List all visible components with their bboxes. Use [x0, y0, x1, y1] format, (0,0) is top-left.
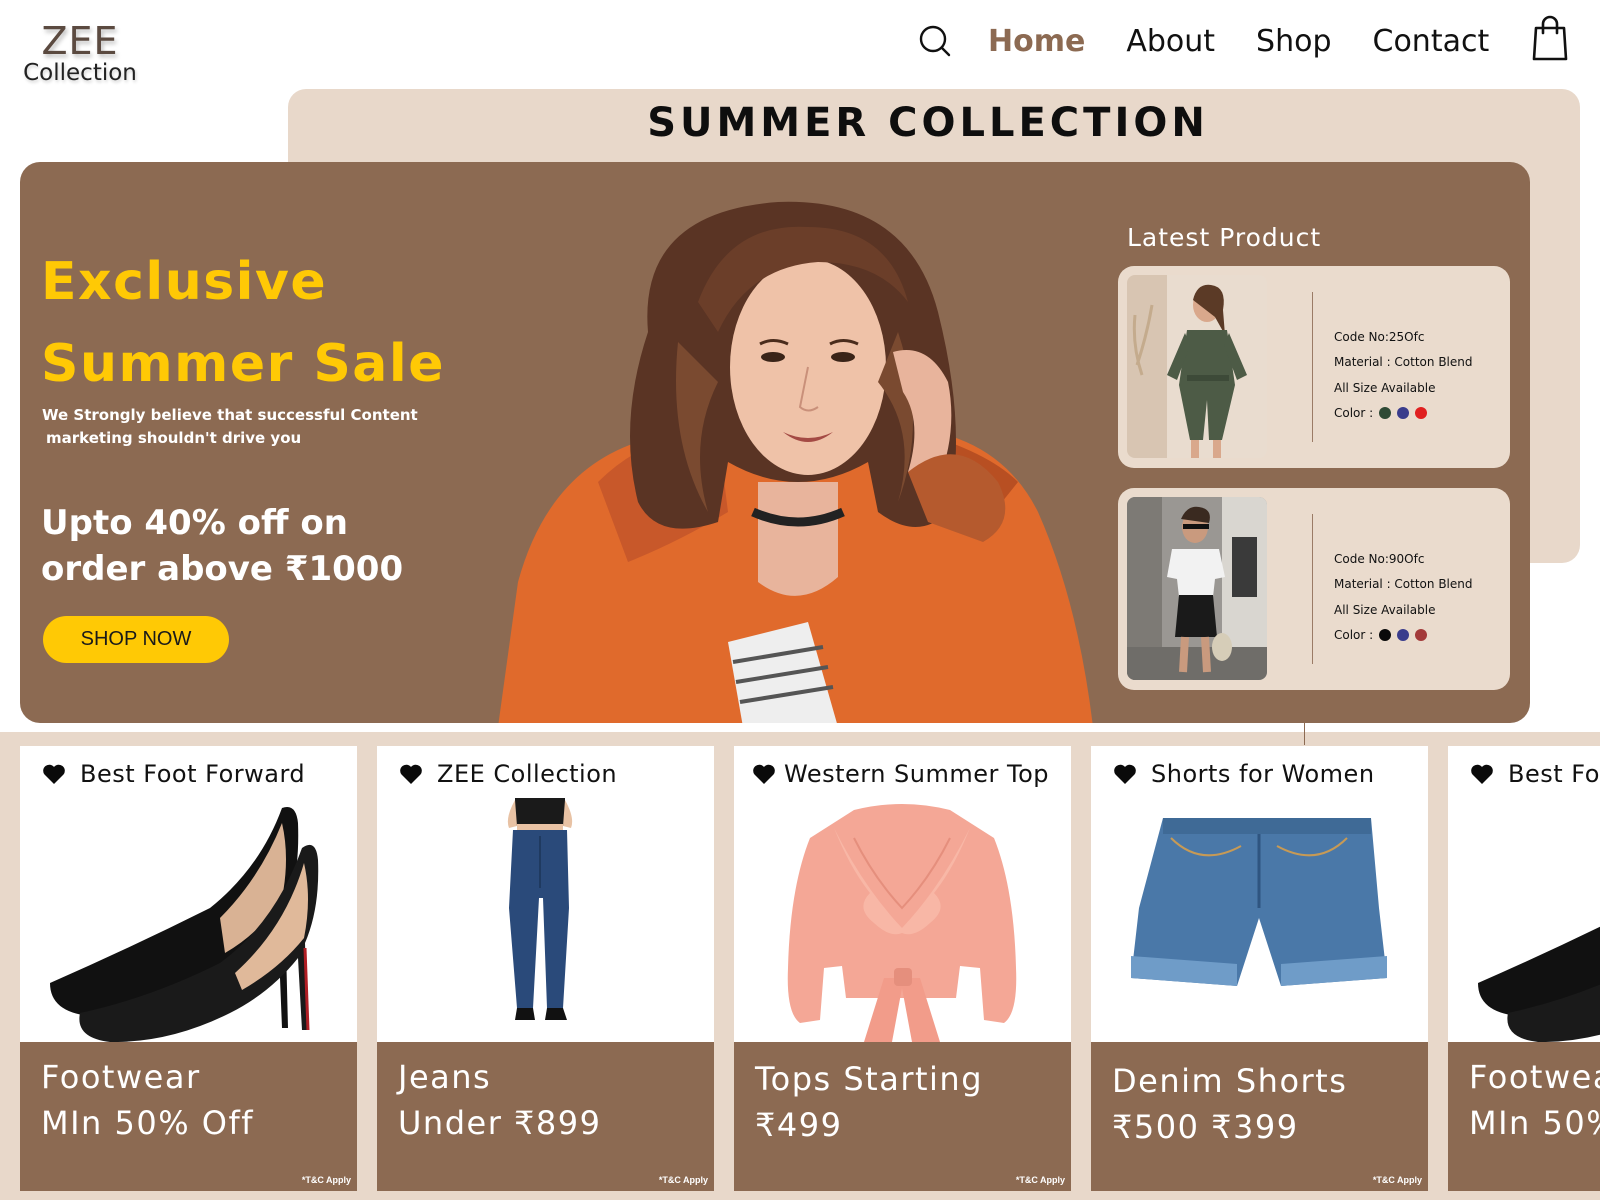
latest-product-card-1[interactable]: Code No:25Ofc Material : Cotton Blend Al… [1118, 266, 1510, 468]
heart-icon[interactable] [752, 763, 776, 785]
denim-shorts-image [1131, 818, 1387, 986]
nav-shop[interactable]: Shop [1256, 24, 1331, 59]
product-colors: Color : [1334, 623, 1473, 649]
promo-card-line-1: Jeans [398, 1058, 492, 1096]
promo-card-line-2: MIn 50% Off [41, 1104, 255, 1142]
promo-card-footer: Footwear MIn 50% Off [1448, 1042, 1600, 1191]
terms-apply-note: *T&C Apply [658, 1175, 708, 1185]
color-swatch[interactable] [1379, 629, 1392, 642]
promo-card-tops[interactable]: Western Summer Top Tops Starting ₹499 *T… [734, 746, 1071, 1191]
hero-tagline: We Strongly believe that successful Cont… [42, 404, 442, 450]
hero-offer-line-1: Upto 40% off on [41, 503, 348, 543]
nav-contact[interactable]: Contact [1373, 24, 1490, 59]
promo-card-title-text: Best Foot Forward [1508, 760, 1600, 788]
promo-card-line-1: Footwear [1469, 1058, 1600, 1096]
logo-sub-text: Collection [23, 60, 137, 86]
product-image-romper [1127, 275, 1267, 458]
color-swatch[interactable] [1397, 407, 1410, 420]
heart-icon[interactable] [399, 763, 423, 785]
promo-card-footer: Denim Shorts ₹500 ₹399 *T&C Apply [1091, 1042, 1428, 1191]
product-info: Code No:90Ofc Material : Cotton Blend Al… [1334, 546, 1473, 648]
hero-model-image [498, 201, 1093, 723]
latest-product-title: Latest Product [1127, 223, 1322, 252]
hero-headline-1: Exclusive [41, 252, 328, 312]
stiletto-heels-image [50, 807, 319, 1042]
product-info: Code No:25Ofc Material : Cotton Blend Al… [1334, 324, 1473, 426]
product-sizes: All Size Available [1334, 602, 1436, 617]
shop-now-button[interactable]: SHOP NOW [43, 616, 229, 663]
nav-about[interactable]: About [1126, 24, 1215, 59]
product-image-tshirt-skirt [1127, 497, 1267, 680]
terms-apply-note: *T&C Apply [1372, 1175, 1422, 1185]
promo-card-shorts[interactable]: Shorts for Women Denim Shorts ₹500 ₹399 … [1091, 746, 1428, 1191]
promo-card-line-2: ₹499 [755, 1106, 843, 1144]
promo-card-line-2: Under ₹899 [398, 1104, 602, 1142]
product-material: Material : Cotton Blend [1334, 577, 1473, 592]
ruffle-top-image [787, 804, 1017, 1042]
promo-card-footer: Footwear MIn 50% Off *T&C Apply [20, 1042, 357, 1191]
promo-card-line-2: ₹500 ₹399 [1112, 1108, 1299, 1146]
promo-card-title-text: Best Foot Forward [80, 760, 306, 788]
logo[interactable]: ZEE Collection [20, 22, 140, 85]
collection-title: SUMMER COLLECTION [647, 100, 1209, 146]
product-color-label: Color : [1334, 406, 1374, 421]
strip-divider-line [1304, 723, 1305, 745]
promo-card-line-1: Tops Starting [755, 1060, 983, 1098]
shopping-bag-icon[interactable] [1532, 14, 1568, 62]
color-swatch[interactable] [1415, 629, 1428, 642]
promo-card-jeans[interactable]: ZEE Collection Jeans Under ₹899 *T&C App… [377, 746, 714, 1191]
promo-card-title: Shorts for Women [1113, 760, 1375, 788]
promo-card-title-text: ZEE Collection [437, 760, 618, 788]
product-color-label: Color : [1334, 628, 1374, 643]
promo-card-footer: Tops Starting ₹499 *T&C Apply [734, 1042, 1071, 1191]
jeans-image [507, 798, 573, 1020]
color-swatch[interactable] [1397, 629, 1410, 642]
nav-home[interactable]: Home [988, 24, 1085, 59]
product-divider [1312, 292, 1313, 442]
promo-card-footwear[interactable]: Best Foot Forward Footwear MIn 50% Off *… [20, 746, 357, 1191]
color-swatch[interactable] [1415, 407, 1428, 420]
search-icon[interactable] [918, 24, 952, 58]
hero-offer: Upto 40% off on order above ₹1000 [41, 500, 403, 592]
promo-card-line-2: MIn 50% Off [1469, 1104, 1600, 1142]
promo-card-line-1: Denim Shorts [1112, 1062, 1348, 1100]
latest-product-card-2[interactable]: Code No:90Ofc Material : Cotton Blend Al… [1118, 488, 1510, 690]
heart-icon[interactable] [1113, 763, 1137, 785]
promo-card-title: Best Foot Forward [1470, 760, 1600, 788]
product-code: Code No:90Ofc [1334, 551, 1425, 566]
promo-card-title: ZEE Collection [399, 760, 617, 788]
hero-offer-line-2: order above ₹1000 [41, 549, 404, 589]
promo-card-title: Western Summer Top [752, 760, 1049, 788]
product-sizes: All Size Available [1334, 380, 1436, 395]
logo-main-text: ZEE [41, 19, 119, 63]
terms-apply-note: *T&C Apply [301, 1175, 351, 1185]
hero-headline-2: Summer Sale [41, 334, 445, 394]
heart-icon[interactable] [42, 763, 66, 785]
terms-apply-note: *T&C Apply [1015, 1175, 1065, 1185]
product-code: Code No:25Ofc [1334, 329, 1425, 344]
promo-card-title-text: Shorts for Women [1151, 760, 1375, 788]
promo-card-footer: Jeans Under ₹899 *T&C Apply [377, 1042, 714, 1191]
hero-tagline-line-2: marketing shouldn't drive you [46, 429, 302, 447]
promo-card-title-text: Western Summer Top [784, 760, 1050, 788]
product-material: Material : Cotton Blend [1334, 355, 1473, 370]
promo-card-title: Best Foot Forward [42, 760, 305, 788]
stiletto-heels-image [1478, 926, 1600, 1042]
product-colors: Color : [1334, 401, 1473, 427]
promo-card-line-1: Footwear [41, 1058, 201, 1096]
hero-tagline-line-1: We Strongly believe that successful Cont… [42, 406, 418, 424]
main-nav: Home About Shop Contact [918, 18, 1530, 64]
hero-banner: Exclusive Summer Sale We Strongly believ… [20, 162, 1530, 723]
heart-icon[interactable] [1470, 763, 1494, 785]
product-divider [1312, 514, 1313, 664]
color-swatch[interactable] [1379, 407, 1392, 420]
promo-card-footwear-2[interactable]: Best Foot Forward Footwear MIn 50% Off [1448, 746, 1600, 1191]
